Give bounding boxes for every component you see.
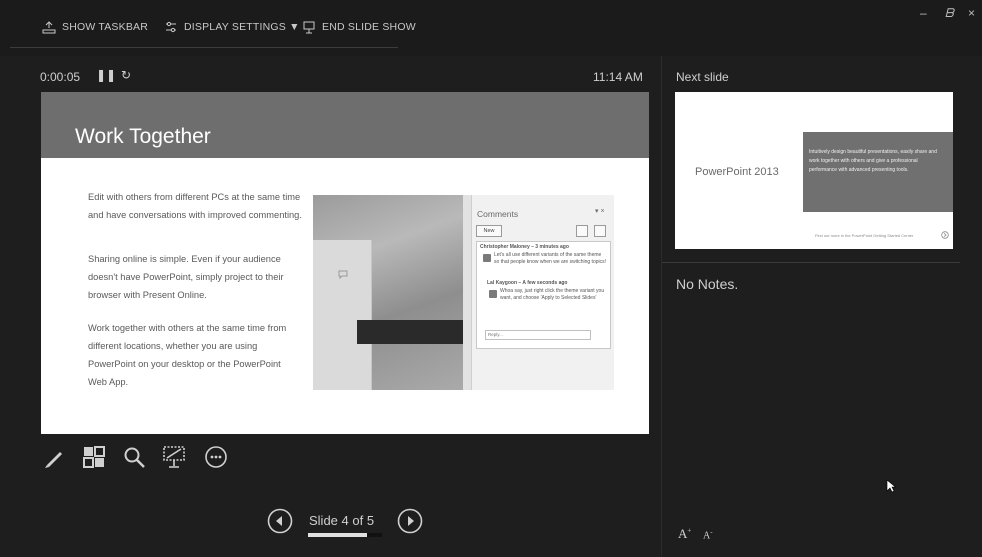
comments-title: Comments: [477, 209, 519, 219]
magnifier-icon[interactable]: [121, 444, 147, 470]
taskbar-icon: [42, 21, 56, 34]
tablet-bar: [357, 320, 466, 344]
previous-slide-button[interactable]: [267, 508, 293, 534]
next-slide-button[interactable]: [397, 508, 423, 534]
notes-divider: [662, 262, 960, 263]
next-slide-text-box: Intuitively design beautiful presentatio…: [803, 132, 953, 212]
display-settings-button[interactable]: DISPLAY SETTINGS ▼: [164, 16, 300, 38]
end-show-icon: [303, 21, 315, 34]
close-button[interactable]: ×: [968, 6, 975, 20]
show-taskbar-button[interactable]: SHOW TASKBAR: [42, 16, 148, 38]
next-slide-title: PowerPoint 2013: [695, 166, 779, 178]
comment1-avatar: [483, 254, 491, 262]
comment2-avatar: [489, 290, 497, 298]
elapsed-timer: 0:00:05: [40, 70, 81, 84]
comment2-author: Lal Kaygoon – A few seconds ago: [487, 280, 568, 286]
slide-picture: Comments ▾ × New Christopher Maloney – 3…: [313, 195, 614, 390]
slide-counter[interactable]: Slide 4 of 5: [309, 513, 374, 528]
restore-button[interactable]: ᗷ: [945, 6, 954, 21]
see-all-slides-icon[interactable]: [81, 444, 107, 470]
comments-scrollbar: [463, 195, 472, 390]
next-slide-box-text: Intuitively design beautiful presentatio…: [809, 149, 937, 173]
comment-bubble-icon: [338, 270, 348, 279]
minimize-button[interactable]: –: [920, 6, 927, 20]
end-slide-show-label: END SLIDE SHOW: [322, 21, 416, 33]
mouse-pointer-icon: [886, 479, 896, 493]
next-slide-preview[interactable]: PowerPoint 2013 Intuitively design beaut…: [675, 92, 953, 249]
increase-font-button[interactable]: A+: [678, 526, 691, 542]
current-time: 11:14 AM: [593, 70, 643, 84]
speaker-notes[interactable]: No Notes.: [676, 276, 738, 292]
pen-icon[interactable]: [42, 444, 68, 470]
next-comment-icon: [594, 225, 606, 237]
pause-timer-button[interactable]: ❚❚: [96, 68, 116, 82]
slide-paragraph-2: Sharing online is simple. Even if your a…: [88, 254, 284, 300]
slide-paragraph-3: Work together with others at the same ti…: [88, 323, 287, 387]
black-screen-icon[interactable]: [161, 444, 187, 470]
decrease-font-button[interactable]: A-: [703, 528, 713, 541]
prev-comment-icon: [576, 225, 588, 237]
comment2-text: Whoa say, just right click the theme var…: [500, 288, 605, 301]
more-options-icon[interactable]: [203, 444, 229, 470]
current-slide[interactable]: Work Together Edit with others from diff…: [41, 92, 649, 434]
comment1-text: Let's all use different variants of the …: [494, 252, 607, 265]
slide-title: Work Together: [75, 125, 211, 148]
tablet-screen: [313, 240, 372, 390]
pane-divider: [661, 56, 662, 557]
slide-paragraph-1: Edit with others from different PCs at t…: [88, 192, 302, 220]
comment1-author: Christopher Maloney – 3 minutes ago: [480, 244, 569, 250]
next-slide-footer: Find out more in the PowerPoint Getting …: [815, 233, 914, 238]
comments-close-icon: ▾ ×: [595, 208, 605, 215]
reply-field: Reply...: [485, 330, 591, 340]
toolbar-divider: [10, 47, 398, 48]
slide-progress-fill: [308, 533, 367, 537]
footer-arrow-icon: [941, 231, 949, 239]
display-settings-icon: [166, 21, 176, 33]
restart-timer-button[interactable]: ↻: [121, 68, 131, 82]
show-taskbar-label: SHOW TASKBAR: [62, 21, 149, 33]
increase-font-label: A: [678, 526, 688, 541]
next-slide-label: Next slide: [676, 70, 729, 84]
display-settings-label: DISPLAY SETTINGS ▼: [184, 21, 300, 33]
end-slide-show-button[interactable]: END SLIDE SHOW: [302, 16, 416, 38]
comments-panel: Comments ▾ × New Christopher Maloney – 3…: [463, 195, 614, 390]
new-comment-button: New: [476, 225, 502, 237]
